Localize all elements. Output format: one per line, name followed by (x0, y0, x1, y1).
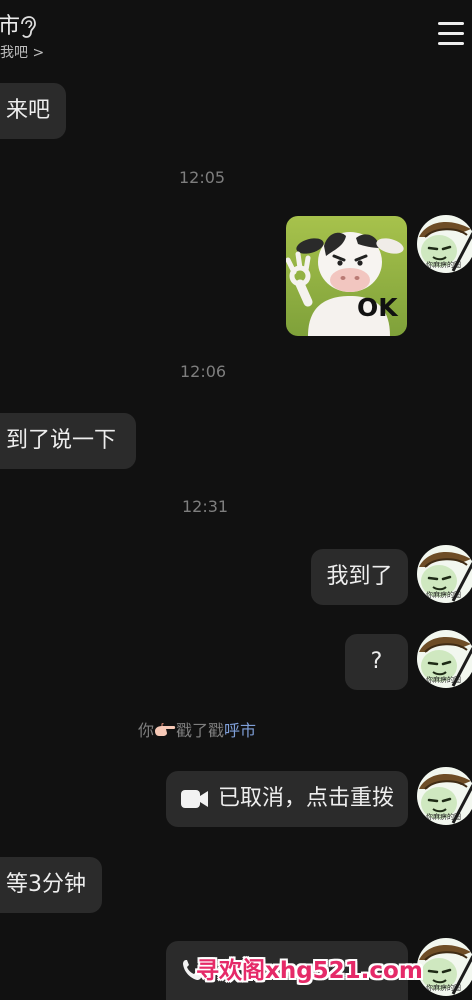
sticker-caption: OK (357, 293, 399, 322)
cow-ok-sticker: OK (286, 216, 407, 336)
timestamp: 12:06 (180, 362, 227, 381)
poke-action: 戳了戳 (176, 721, 225, 740)
outgoing-message[interactable]: ? (345, 634, 408, 690)
my-avatar[interactable] (417, 630, 472, 688)
timestamp: 12:05 (179, 168, 226, 187)
chat-screen: 市 我吧 > 来吧 12:05 OK 12:06 到了说一下 12:31 我到了… (0, 0, 472, 1000)
poke-target-link[interactable]: 呼市 (224, 721, 256, 740)
my-avatar[interactable] (417, 938, 472, 996)
call-status-text: 已取消，点击重拨 (218, 786, 395, 811)
ear-icon[interactable] (18, 15, 36, 39)
video-camera-icon (181, 790, 208, 808)
incoming-message[interactable]: 到了说一下 (0, 413, 136, 469)
poke-hand-icon (155, 723, 176, 736)
contact-subtitle[interactable]: 我吧 > (0, 44, 44, 62)
poke-actor: 你 (138, 721, 155, 740)
my-avatar[interactable] (417, 545, 472, 603)
system-poke-notice: 你 戳了戳呼市 (138, 720, 256, 742)
contact-name[interactable]: 市 (0, 14, 20, 40)
sticker-message[interactable]: OK (286, 216, 407, 336)
outgoing-message[interactable]: 我到了 (311, 549, 408, 605)
my-avatar[interactable] (417, 215, 472, 273)
watermark: 寻欢阁xhg521.com (196, 958, 423, 984)
my-avatar[interactable] (417, 767, 472, 825)
video-call-record[interactable]: 已取消，点击重拨 (166, 771, 408, 827)
timestamp: 12:31 (182, 497, 229, 516)
incoming-message[interactable]: 来吧 (0, 83, 66, 139)
incoming-message[interactable]: 等3分钟 (0, 857, 102, 913)
menu-icon[interactable] (438, 22, 466, 46)
